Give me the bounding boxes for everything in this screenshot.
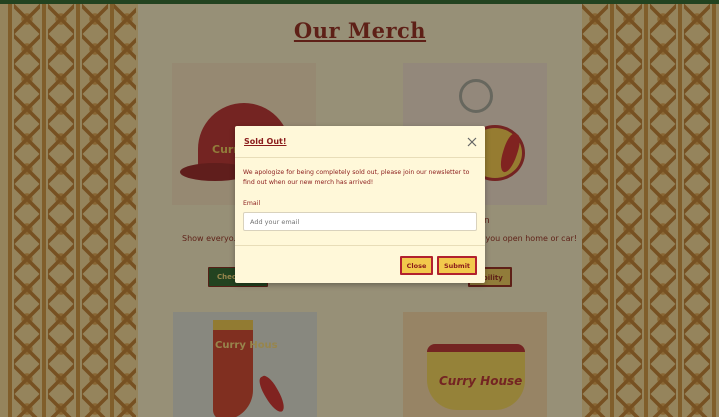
- modal-header: Sold Out!: [235, 126, 485, 158]
- modal-title: Sold Out!: [244, 137, 287, 146]
- submit-button[interactable]: Submit: [437, 256, 477, 275]
- modal-message: We apologize for being completely sold o…: [243, 169, 470, 186]
- modal-footer: Close Submit: [235, 245, 485, 283]
- sold-out-modal: Sold Out! We apologize for being complet…: [235, 126, 485, 283]
- close-button[interactable]: Close: [400, 256, 433, 275]
- modal-body: We apologize for being completely sold o…: [243, 168, 477, 231]
- close-icon[interactable]: [465, 135, 479, 149]
- email-label: Email: [243, 200, 261, 207]
- email-field[interactable]: [243, 212, 477, 231]
